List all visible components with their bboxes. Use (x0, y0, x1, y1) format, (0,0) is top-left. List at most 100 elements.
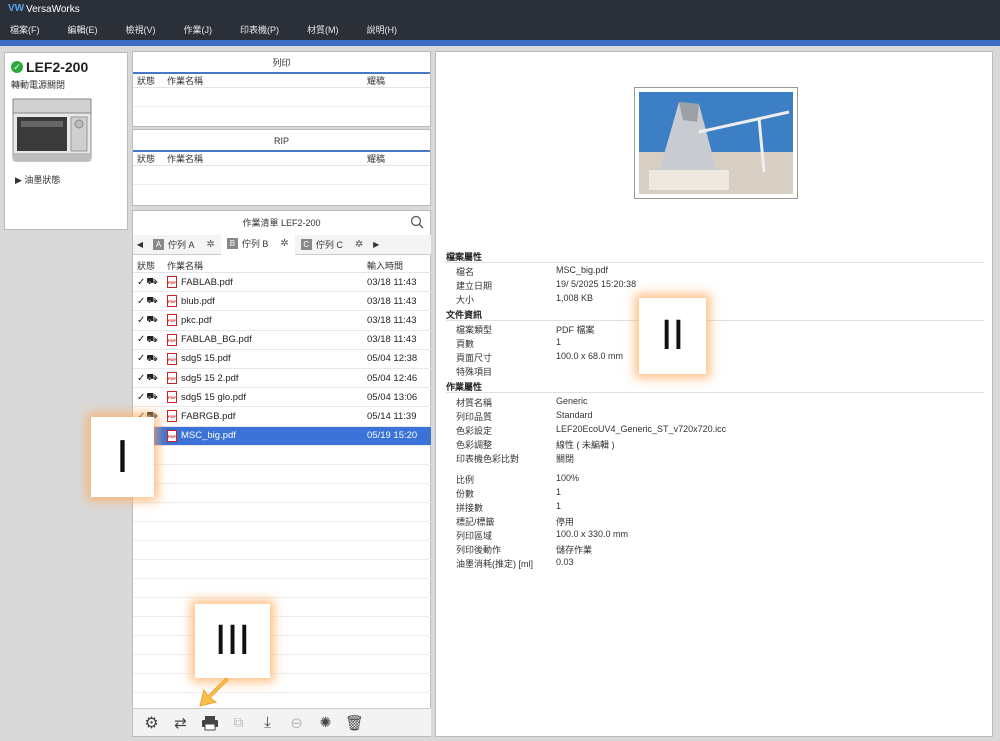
job-status: ✓⛟ (137, 372, 167, 384)
tab-left-arrow-icon[interactable]: ◀ (133, 240, 147, 249)
job-name: blub.pdf (181, 295, 215, 307)
printer-sidebar: ✓ LEF2-200 轉動電源關閉 ▶ 油墨狀態 (0, 46, 130, 741)
tile-icon: ⧉ (233, 714, 244, 730)
empty-row (133, 674, 431, 693)
check-icon: ✓ (137, 295, 146, 307)
printer-status-icon: ⛟ (146, 276, 158, 287)
property-value: Standard (556, 410, 593, 420)
printer-status-icon: ⛟ (146, 352, 158, 363)
empty-row (133, 465, 431, 484)
empty-row (133, 617, 431, 636)
job-column-header: 狀態 作業名稱 輸入時間 (133, 259, 431, 273)
property-value: 1 (556, 337, 562, 347)
menu-printer[interactable]: 印表機(P) (236, 21, 283, 38)
title-bar: VW VersaWorks (0, 0, 1000, 18)
property-label: 色彩設定 (456, 426, 493, 436)
thumbnail-image (639, 92, 793, 194)
empty-row (133, 579, 431, 598)
gear-icon[interactable]: ✲ (355, 239, 363, 250)
menu-media[interactable]: 材質(M) (303, 21, 343, 38)
rip-print-button[interactable]: ⇄ (166, 712, 195, 734)
tab-queue-b[interactable]: B 佇列 B ✲ (220, 234, 295, 255)
menu-help[interactable]: 說明(H) (363, 21, 402, 38)
property-value: 1 (556, 501, 562, 511)
job-name: sdg5 15.pdf (181, 353, 231, 365)
menu-view[interactable]: 檢視(V) (122, 21, 160, 38)
printer-name: ✓ LEF2-200 (11, 59, 88, 75)
job-time: 05/04 13:06 (367, 391, 418, 403)
property-label: 色彩調整 (456, 440, 493, 450)
nesting-button[interactable]: ⧉ (224, 712, 253, 734)
download-button[interactable]: ⤓ (253, 712, 282, 734)
job-row[interactable]: PDF MSC_big.pdf 05/19 15:20 (133, 426, 431, 446)
pdf-icon: PDF (167, 276, 177, 289)
printer-card[interactable]: ✓ LEF2-200 轉動電源關閉 ▶ 油墨狀態 (4, 52, 128, 230)
tab-queue-a[interactable]: A 佇列 A ✲ (147, 235, 221, 255)
printer-status-icon: ⛟ (146, 314, 158, 325)
pdf-icon: PDF (167, 372, 177, 385)
property-value: 100.0 x 330.0 mm (556, 529, 629, 539)
pointer-arrow-icon (199, 677, 229, 707)
callout-two: II (639, 298, 706, 374)
tab-right-arrow-icon[interactable]: ▶ (369, 240, 383, 249)
tab-queue-c[interactable]: C 佇列 C ✲ (295, 235, 369, 255)
check-icon: ✓ (137, 314, 146, 326)
print-panel-title: 列印 (133, 52, 430, 74)
job-row[interactable]: ✓⛟PDFFABRGB.pdf05/14 11:39 (133, 407, 431, 427)
menu-file[interactable]: 檔案(F) (6, 21, 44, 38)
delete-button[interactable]: 🗑 (340, 712, 369, 734)
job-time: 03/18 11:43 (367, 276, 417, 288)
callout-three: III (195, 604, 270, 678)
printer-status-icon: ⛟ (146, 295, 158, 306)
property-value: PDF 檔案 (556, 325, 595, 335)
property-label: 頁數 (456, 339, 475, 349)
job-row[interactable]: ✓ ⛟ PDF blub.pdf 03/18 11:43 (133, 292, 431, 312)
check-icon: ✓ (137, 372, 146, 384)
property-label: 建立日期 (456, 281, 493, 291)
processing-button[interactable]: ✺ (311, 712, 340, 734)
printer-status-icon: ⛟ (146, 372, 158, 383)
printer-status-icon: ⛟ (146, 391, 158, 402)
repeat-icon: ⇄ (174, 714, 187, 732)
job-row[interactable]: ✓ ⛟ PDF sdg5 15 2.pdf 05/04 12:46 (133, 369, 431, 389)
property-label: 油墨消耗(推定) [ml] (456, 559, 533, 569)
settings-button[interactable]: ⚙ (137, 712, 166, 734)
job-row[interactable]: ✓ ⛟ PDF FABLAB.pdf 03/18 11:43 (133, 273, 431, 293)
property-value: Generic (556, 396, 588, 406)
property-label: 特殊項目 (456, 367, 493, 377)
printer-status: 轉動電源關閉 (11, 80, 66, 90)
print-column-header: 狀態 作業名稱 耀稿 (133, 74, 430, 88)
ink-status-toggle[interactable]: ▶ 油墨狀態 (15, 173, 60, 186)
menu-job[interactable]: 作業(J) (180, 21, 217, 38)
property-value: 100% (556, 473, 580, 483)
pdf-icon: PDF (167, 391, 177, 404)
empty-row (133, 503, 431, 522)
job-row[interactable]: ✓ ⛟ PDF sdg5 15 glo.pdf 05/04 13:06 (133, 388, 431, 408)
job-row[interactable]: ✓ ⛟ PDF pkc.pdf 03/18 11:43 (133, 311, 431, 331)
property-value: 1,008 KB (556, 293, 594, 303)
gear-icon[interactable]: ✲ (207, 239, 215, 250)
empty-row (133, 598, 431, 617)
queue-toolbar: ⚙ ⇄ ⧉ ⤓ ⊖ ✺ 🗑 (133, 708, 431, 736)
stop-button[interactable]: ⊖ (282, 712, 311, 734)
property-value: 儲存作業 (556, 545, 593, 555)
job-name: sdg5 15 glo.pdf (181, 391, 246, 403)
property-value: 1 (556, 487, 562, 497)
gear-icon[interactable]: ✲ (280, 238, 288, 249)
menu-edit[interactable]: 編輯(E) (64, 21, 102, 38)
job-row[interactable]: ✓ ⛟ PDF sdg5 15.pdf 05/04 12:38 (133, 350, 431, 369)
job-name: FABLAB_BG.pdf (181, 334, 252, 346)
check-icon: ✓ (11, 61, 23, 73)
pdf-icon: PDF (167, 314, 177, 327)
divider (446, 392, 984, 393)
property-label: 列印後動作 (456, 545, 502, 555)
divider (446, 262, 984, 263)
job-time: 03/18 11:43 (367, 314, 417, 326)
job-time: 05/19 15:20 (367, 430, 418, 442)
property-label: 列印品質 (456, 412, 493, 422)
property-value: MSC_big.pdf (556, 265, 609, 275)
spinner-icon: ✺ (319, 714, 332, 730)
job-row[interactable]: ✓ ⛟ PDF FABLAB_BG.pdf 03/18 11:43 (133, 331, 431, 350)
search-icon[interactable] (410, 215, 424, 229)
print-button[interactable] (195, 712, 224, 734)
